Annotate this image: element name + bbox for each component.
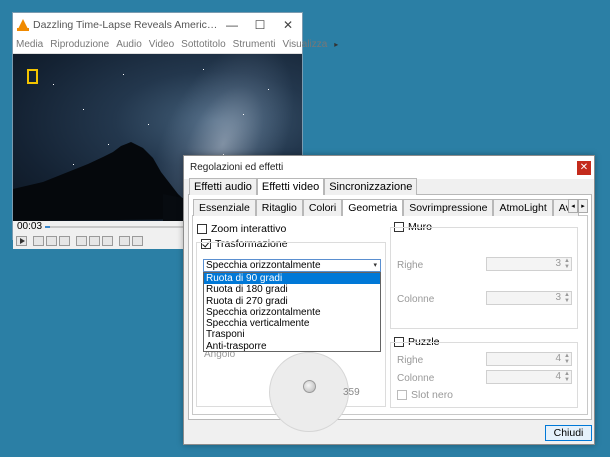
- menu-media[interactable]: Media: [16, 39, 43, 50]
- fullscreen-icon[interactable]: [76, 236, 87, 246]
- puzzle-rows-value: 4: [555, 353, 561, 364]
- dropdown-item[interactable]: Ruota di 180 gradi: [204, 284, 380, 295]
- zoom-checkbox[interactable]: [197, 224, 207, 234]
- subtab-colori[interactable]: Colori: [302, 199, 343, 216]
- spin-arrows-icon[interactable]: ▲ ▼: [564, 371, 570, 383]
- wall-cols-spin[interactable]: 3 ▲ ▼: [486, 291, 572, 305]
- dialog-title: Regolazioni ed effetti: [190, 162, 284, 173]
- menu-strumenti[interactable]: Strumenti: [233, 39, 276, 50]
- play-icon[interactable]: [16, 236, 27, 246]
- minimize-icon[interactable]: —: [218, 13, 246, 36]
- dropdown-item[interactable]: Specchia orizzontalmente: [204, 307, 380, 318]
- vlc-cone-icon: [17, 18, 29, 31]
- vlc-menubar: Media Riproduzione Audio Video Sottotito…: [13, 36, 338, 54]
- puzzle-cols-value: 4: [555, 371, 561, 382]
- wall-rows-value: 3: [555, 258, 561, 269]
- puzzle-cols-spin[interactable]: 4 ▲ ▼: [486, 370, 572, 384]
- menu-sottotitolo[interactable]: Sottotitolo: [181, 39, 225, 50]
- dropdown-item[interactable]: Anti-trasporre: [204, 341, 380, 352]
- effects-dialog: Regolazioni ed effetti ✕ Effetti audio E…: [183, 155, 595, 445]
- black-slot-checkbox[interactable]: [397, 390, 407, 400]
- elapsed-time: 00:03: [17, 221, 43, 232]
- black-slot-row: Slot nero: [397, 389, 453, 401]
- dropdown-item[interactable]: Ruota di 270 gradi: [204, 296, 380, 307]
- subtab-geometria[interactable]: Geometria: [342, 199, 404, 216]
- subtab-left-icon[interactable]: ◂: [568, 199, 578, 213]
- puzzle-cols-label: Colonne: [397, 373, 435, 384]
- dialog-titlebar: Regolazioni ed effetti ✕: [184, 156, 594, 179]
- tab-effetti-video[interactable]: Effetti video: [256, 178, 325, 195]
- puzzle-rows-spin[interactable]: 4 ▲ ▼: [486, 352, 572, 366]
- maximize-icon[interactable]: ☐: [246, 13, 274, 36]
- loop-icon[interactable]: [119, 236, 130, 246]
- spin-arrows-icon[interactable]: ▲ ▼: [564, 258, 570, 270]
- tab-effetti-audio[interactable]: Effetti audio: [189, 178, 257, 195]
- subtab-sovrimpressione[interactable]: Sovrimpressione: [403, 199, 494, 216]
- spin-arrows-icon[interactable]: ▲ ▼: [564, 292, 570, 304]
- dialog-close-icon[interactable]: ✕: [577, 160, 591, 175]
- angle-dial[interactable]: [269, 352, 349, 432]
- next-icon[interactable]: [59, 236, 70, 246]
- menu-riproduzione[interactable]: Riproduzione: [50, 39, 109, 50]
- shuffle-icon[interactable]: [132, 236, 143, 246]
- spin-arrows-icon[interactable]: ▲ ▼: [564, 353, 570, 365]
- combo-value: Specchia orizzontalmente: [206, 260, 321, 271]
- wall-rows-label: Righe: [397, 260, 424, 271]
- menu-visualizza[interactable]: Visualizza: [282, 39, 327, 50]
- transform-combo[interactable]: Specchia orizzontalmente ▾: [203, 259, 381, 272]
- subtab-essenziale[interactable]: Essenziale: [193, 199, 256, 216]
- black-slot-label: Slot nero: [411, 389, 454, 401]
- puzzle-rows-label: Righe: [397, 355, 424, 366]
- dropdown-item[interactable]: Ruota di 90 gradi: [204, 273, 380, 285]
- wall-group: [390, 227, 578, 329]
- angle-value: 359: [343, 387, 360, 398]
- zoom-row: Zoom interattivo: [197, 223, 286, 235]
- dropdown-item[interactable]: Trasponi: [204, 329, 380, 340]
- menu-audio[interactable]: Audio: [116, 39, 142, 50]
- main-tabs: Effetti audio Effetti video Sincronizzaz…: [189, 178, 418, 195]
- menu-overflow-icon[interactable]: ▸: [334, 40, 338, 49]
- transform-dropdown: Ruota di 90 gradi Ruota di 180 gradi Ruo…: [203, 272, 381, 352]
- seek-fill: [45, 226, 50, 228]
- wall-cols-value: 3: [555, 292, 561, 303]
- dropdown-item[interactable]: Specchia verticalmente: [204, 318, 380, 329]
- tab-sincronizzazione[interactable]: Sincronizzazione: [324, 178, 418, 195]
- playlist-icon[interactable]: [102, 236, 113, 246]
- subtab-atmolight[interactable]: AtmoLight: [493, 199, 553, 216]
- vlc-titlebar: Dazzling Time-Lapse Reveals America's Gr…: [13, 13, 302, 36]
- close-icon[interactable]: ✕: [274, 13, 302, 36]
- stop-icon[interactable]: [46, 236, 57, 246]
- wall-rows-spin[interactable]: 3 ▲ ▼: [486, 257, 572, 271]
- video-subtabs: Essenziale Ritaglio Colori Geometria Sov…: [193, 199, 579, 216]
- wall-cols-label: Colonne: [397, 294, 435, 305]
- zoom-label: Zoom interattivo: [211, 223, 287, 235]
- menu-video[interactable]: Video: [149, 39, 174, 50]
- subtab-ritaglio[interactable]: Ritaglio: [255, 199, 303, 216]
- dial-knob[interactable]: [303, 380, 316, 393]
- close-button[interactable]: Chiudi: [545, 425, 592, 441]
- extended-settings-icon[interactable]: [89, 236, 100, 246]
- vlc-window-title: Dazzling Time-Lapse Reveals America's Gr…: [33, 18, 218, 31]
- chevron-down-icon[interactable]: ▾: [373, 260, 377, 271]
- previous-icon[interactable]: [33, 236, 44, 246]
- subtab-scroll: ◂ ▸: [568, 199, 588, 213]
- subtab-right-icon[interactable]: ▸: [578, 199, 588, 213]
